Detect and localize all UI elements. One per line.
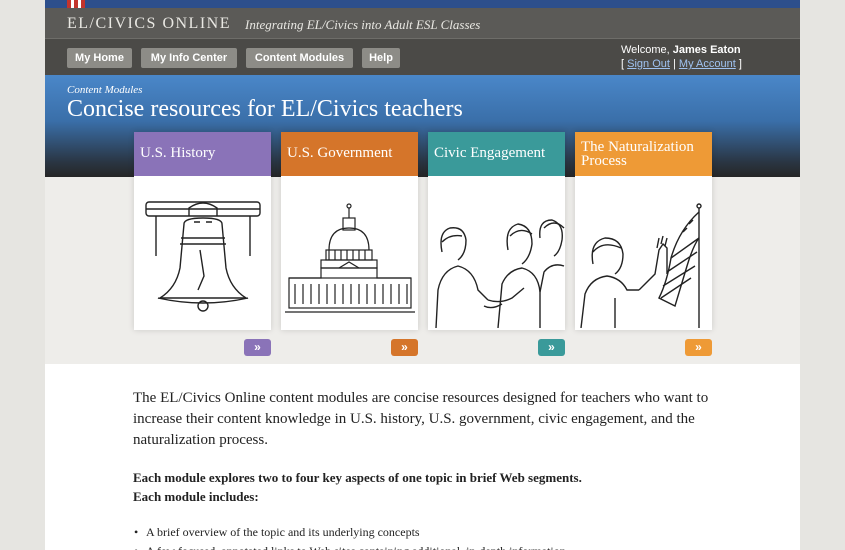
liberty-bell-illustration [145, 201, 261, 312]
content-area: The EL/Civics Online content modules are… [133, 388, 733, 550]
module-title[interactable]: U.S. Government [287, 146, 392, 161]
nav-my-info-center-button[interactable]: My Info Center [141, 48, 237, 68]
page: EL/CIVICS ONLINE Integrating EL/Civics i… [45, 0, 800, 550]
module-description: Each module explores two to four key asp… [133, 470, 582, 485]
module-includes-heading: Each module includes: [133, 489, 259, 504]
module-card-civic-engagement[interactable]: Civic Engagement [428, 132, 565, 330]
intro-paragraph: The EL/Civics Online content modules are… [133, 390, 709, 448]
includes-list: A brief overview of the topic and its un… [133, 523, 733, 550]
handshake-illustration [435, 219, 565, 328]
account-links: [ Sign Out | My Account ] [621, 58, 742, 70]
nav-bar: My Home My Info Center Content Modules H… [45, 38, 800, 75]
capitol-building-illustration [285, 203, 415, 313]
my-account-link[interactable]: My Account [679, 58, 736, 70]
module-title[interactable]: The Naturalization Process [581, 140, 712, 169]
welcome-text: Welcome, James Eaton [621, 44, 741, 56]
title-bar: EL/CIVICS ONLINE Integrating EL/Civics i… [45, 8, 800, 38]
module-card-header[interactable]: The Naturalization Process [575, 132, 712, 176]
module-card-us-history[interactable]: U.S. History [134, 132, 271, 330]
nav-content-modules-button[interactable]: Content Modules [246, 48, 353, 68]
site-tagline: Integrating EL/Civics into Adult ESL Cla… [245, 17, 481, 32]
welcome-prefix: Welcome, [621, 44, 670, 56]
nav-my-home-button[interactable]: My Home [67, 48, 132, 68]
oath-flag-illustration [580, 203, 702, 328]
module-4-arrow-button[interactable]: » [685, 339, 712, 356]
user-name: James Eaton [672, 44, 741, 56]
link-separator: | [673, 58, 676, 70]
list-item: A few focused, annotated links to Web si… [133, 542, 733, 550]
flag-stripes-logo [67, 0, 85, 8]
module-card-header[interactable]: Civic Engagement [428, 132, 565, 176]
list-item: A brief overview of the topic and its un… [133, 523, 733, 542]
hero-subtitle: Content Modules [67, 84, 143, 96]
bracket-open: [ [621, 58, 625, 70]
module-card-naturalization[interactable]: The Naturalization Process [575, 132, 712, 330]
sign-out-link[interactable]: Sign Out [627, 58, 670, 70]
hero-title: Concise resources for EL/Civics teachers [67, 96, 463, 122]
module-title[interactable]: Civic Engagement [434, 146, 545, 161]
module-3-arrow-button[interactable]: » [538, 339, 565, 356]
module-card-header[interactable]: U.S. History [134, 132, 271, 176]
bracket-close: ] [738, 58, 742, 70]
module-title[interactable]: U.S. History [140, 146, 215, 161]
nav-help-button[interactable]: Help [362, 48, 400, 68]
flag-strip [45, 0, 800, 8]
site-name[interactable]: EL/CIVICS ONLINE [67, 15, 231, 33]
module-1-arrow-button[interactable]: » [244, 339, 271, 356]
module-card-header[interactable]: U.S. Government [281, 132, 418, 176]
module-card-us-government[interactable]: U.S. Government [281, 132, 418, 330]
module-2-arrow-button[interactable]: » [391, 339, 418, 356]
